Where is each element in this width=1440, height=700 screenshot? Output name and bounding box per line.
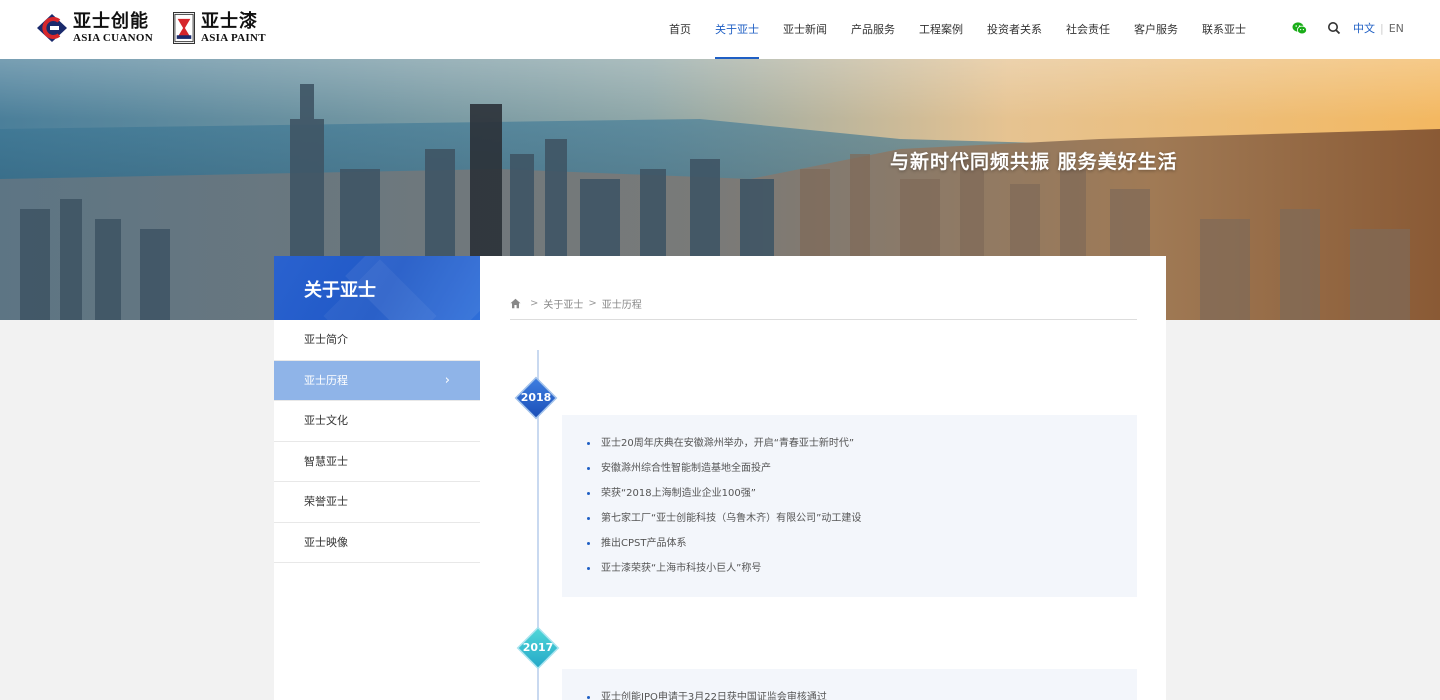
logo-asia-paint[interactable]: 亚士漆 ASIA PAINT: [173, 12, 266, 44]
header-tools: 中文 | EN: [1292, 20, 1404, 36]
sidebar-item-label: 荣誉亚士: [304, 495, 348, 508]
logo-asia-cuanon[interactable]: 亚士创能 ASIA CUANON: [35, 12, 153, 44]
logo-group: 亚士创能 ASIA CUANON 亚士漆 ASIA PAINT: [35, 12, 286, 44]
sidebar-title: 关于亚士: [304, 280, 376, 301]
search-icon[interactable]: [1327, 21, 1341, 35]
sidebar-item-label: 亚士简介: [304, 333, 348, 346]
sidebar-item-gallery[interactable]: 亚士映像: [274, 523, 480, 563]
sidebar: 关于亚士 亚士简介 亚士历程 › 亚士文化 智慧亚士 荣誉亚士 亚士映像: [274, 256, 480, 700]
event-item: 推出CPST产品体系: [587, 535, 1137, 560]
wechat-icon[interactable]: [1292, 21, 1307, 35]
year-badge-2017: 2017: [516, 626, 560, 670]
chevron-right-icon: ›: [444, 372, 450, 388]
page-background-right: [1166, 320, 1440, 700]
events-2018: 亚士20周年庆典在安徽滁州举办，开启“青春亚士新时代” 安徽滁州综合性智能制造基…: [562, 415, 1137, 597]
sidebar-item-honors[interactable]: 荣誉亚士: [274, 482, 480, 523]
nav-responsibility[interactable]: 社会责任: [1054, 0, 1122, 59]
sidebar-item-label: 亚士映像: [304, 535, 348, 549]
home-icon[interactable]: [510, 298, 521, 309]
logo-en-text: ASIA PAINT: [201, 31, 266, 44]
asia-cuanon-logo-mark-icon: [37, 14, 67, 42]
breadcrumb-divider: [510, 319, 1137, 320]
main-nav: 首页 关于亚士 亚士新闻 产品服务 工程案例 投资者关系 社会责任 客户服务 联…: [657, 0, 1258, 59]
nav-customer-service[interactable]: 客户服务: [1122, 0, 1190, 59]
breadcrumb-about[interactable]: 关于亚士: [543, 296, 583, 311]
breadcrumb-separator: >: [588, 298, 597, 309]
event-item: 亚士漆荣获“上海市科技小巨人”称号: [587, 560, 1137, 585]
sidebar-item-label: 亚士文化: [304, 414, 348, 427]
nav-investors[interactable]: 投资者关系: [975, 0, 1054, 59]
banner-slogan: 与新时代同频共振 服务美好生活: [890, 151, 1178, 173]
event-item: 亚士创能IPO申请于3月22日获中国证监会审核通过: [587, 689, 1137, 700]
year-badge-2018: 2018: [514, 376, 558, 420]
sidebar-item-history[interactable]: 亚士历程 ›: [274, 360, 480, 401]
event-item: 第七家工厂“亚士创能科技（乌鲁木齐）有限公司”动工建设: [587, 510, 1137, 535]
lang-english[interactable]: EN: [1389, 22, 1404, 35]
events-2017: 亚士创能IPO申请于3月22日获中国证监会审核通过: [562, 669, 1137, 700]
breadcrumb: > 关于亚士 > 亚士历程: [510, 296, 642, 311]
nav-about[interactable]: 关于亚士: [703, 0, 771, 59]
site-header: 亚士创能 ASIA CUANON 亚士漆 ASIA PAINT 首页 关于亚士 …: [0, 0, 1440, 59]
year-label: 2017: [522, 641, 554, 654]
nav-cases[interactable]: 工程案例: [907, 0, 975, 59]
language-switch: 中文 | EN: [1353, 20, 1404, 36]
breadcrumb-separator: >: [530, 298, 539, 309]
event-item: 安徽滁州综合性智能制造基地全面投产: [587, 460, 1137, 485]
nav-products[interactable]: 产品服务: [839, 0, 907, 59]
nav-home[interactable]: 首页: [657, 0, 703, 59]
sidebar-item-smart[interactable]: 智慧亚士: [274, 442, 480, 482]
sidebar-header: 关于亚士: [274, 256, 480, 320]
main-content: > 关于亚士 > 亚士历程 2018 亚士20周年庆典在安徽滁州举办，开启“青春…: [480, 256, 1166, 700]
logo-cn-text: 亚士漆: [201, 10, 259, 32]
sidebar-item-intro[interactable]: 亚士简介: [274, 320, 480, 361]
lang-separator: |: [1380, 21, 1384, 35]
year-label: 2018: [520, 391, 552, 404]
sidebar-item-label: 智慧亚士: [304, 454, 348, 468]
sidebar-item-culture[interactable]: 亚士文化: [274, 401, 480, 442]
nav-contact[interactable]: 联系亚士: [1190, 0, 1258, 59]
logo-en-text: ASIA CUANON: [73, 31, 154, 44]
logo-cn-text: 亚士创能: [73, 10, 149, 32]
breadcrumb-history[interactable]: 亚士历程: [602, 296, 642, 311]
event-item: 亚士20周年庆典在安徽滁州举办，开启“青春亚士新时代”: [587, 435, 1137, 460]
asia-paint-logo-mark-icon: [173, 12, 196, 44]
event-item: 荣获“2018上海制造业企业100强”: [587, 485, 1137, 510]
sidebar-item-label: 亚士历程: [304, 373, 348, 387]
lang-chinese[interactable]: 中文: [1353, 20, 1375, 36]
nav-news[interactable]: 亚士新闻: [771, 0, 839, 59]
